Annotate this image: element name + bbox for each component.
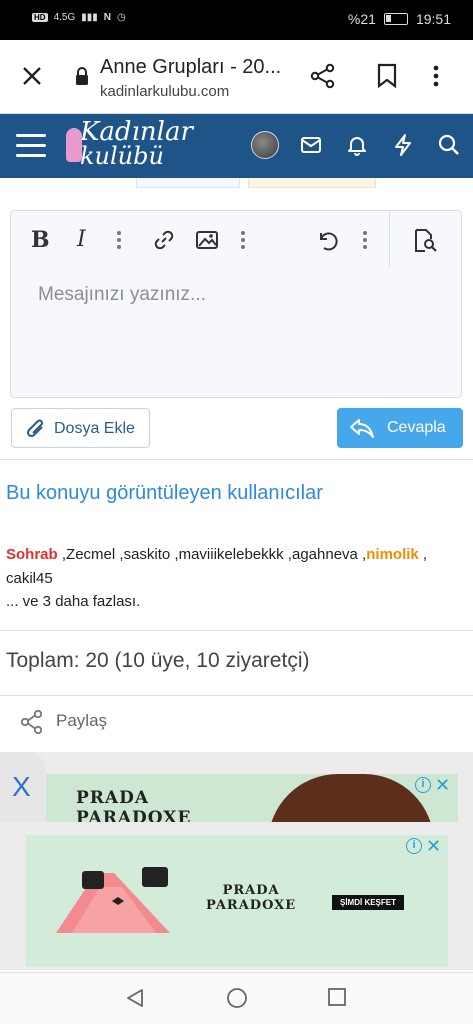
divider	[0, 695, 473, 696]
user-link[interactable]: Sohrab	[6, 546, 58, 563]
user-link[interactable]: Zecmel	[66, 546, 115, 563]
bolt-icon[interactable]	[393, 134, 413, 156]
mail-icon[interactable]	[300, 134, 322, 156]
more-insert-icon[interactable]	[241, 231, 245, 252]
ad-close-button[interactable]: X	[12, 771, 31, 803]
tab-remnant-right	[248, 178, 376, 188]
hd-icon: HD	[32, 13, 48, 22]
back-icon[interactable]	[124, 987, 146, 1009]
site-header: Kadınlar kulübü	[0, 114, 473, 178]
browser-toolbar: Anne Grupları - 20... kadinlarkulubu.com	[0, 40, 473, 114]
tab-remnant-left	[136, 178, 240, 188]
ad-info-icon[interactable]: i	[406, 838, 422, 854]
logo-line1: Kadınlar	[80, 117, 193, 147]
viewers-heading[interactable]: Bu konuyu görüntüleyen kullanıcılar	[6, 482, 323, 505]
status-bar: HD 4.5G ▮▮▮ N ◷ %21 19:51	[0, 0, 473, 40]
reply-icon	[350, 419, 374, 438]
ad-cta-button[interactable]: ŞİMDİ KEŞFET	[332, 895, 405, 910]
site-logo[interactable]: Kadınlar kulübü	[66, 117, 193, 170]
ad-close-icon[interactable]: ✕	[435, 776, 450, 794]
undo-icon[interactable]	[316, 229, 340, 251]
lock-icon	[76, 67, 88, 85]
tab-remnants	[0, 178, 473, 190]
editor-toolbar: B I	[11, 211, 461, 269]
status-icons-left: HD 4.5G ▮▮▮ N ◷	[32, 12, 126, 23]
page-title[interactable]: Anne Grupları - 20...	[100, 56, 281, 79]
close-icon[interactable]	[20, 64, 44, 88]
user-link[interactable]: cakil45	[6, 570, 53, 587]
ad-brand-text: PRADA PARADOXE	[76, 788, 191, 822]
reply-button[interactable]: Cevapla	[337, 408, 463, 448]
ad-banner-top[interactable]: PRADA PARADOXE	[46, 774, 458, 822]
more-format-icon[interactable]	[117, 231, 121, 252]
nfc-icon: N	[103, 12, 111, 23]
battery-icon	[383, 13, 408, 25]
more-vert-icon[interactable]	[432, 64, 440, 88]
ad-choices[interactable]: i ✕	[406, 837, 441, 855]
attach-file-label: Dosya Ekle	[54, 420, 135, 437]
user-link[interactable]: agahneva	[292, 546, 358, 563]
ad-brand-line2: PARADOXE	[206, 898, 297, 913]
viewer-list: Sohrab ,Zecmel ,saskito ,maviiikelebekkk…	[6, 546, 428, 587]
system-nav-bar	[0, 972, 473, 1024]
more-viewers-text: ... ve 3 daha fazlası.	[6, 593, 141, 610]
ad-brand-line1: PRADA	[222, 883, 280, 898]
share-row[interactable]: Paylaş	[0, 697, 473, 749]
avatar[interactable]	[251, 131, 279, 159]
user-link[interactable]: saskito	[124, 546, 171, 563]
preview-icon[interactable]	[413, 229, 439, 253]
paperclip-icon	[26, 419, 43, 438]
home-icon[interactable]	[226, 987, 248, 1009]
ad-choices[interactable]: i ✕	[415, 776, 450, 794]
total-viewers: Toplam: 20 (10 üye, 10 ziyaretçi)	[6, 649, 310, 672]
recents-icon[interactable]	[327, 987, 347, 1007]
battery-percent: %21	[347, 11, 376, 27]
ad-brand-line2: PARADOXE	[76, 808, 192, 822]
share-icon[interactable]	[310, 63, 336, 89]
share-label: Paylaş	[56, 711, 108, 730]
divider	[0, 630, 473, 631]
message-input[interactable]: Mesajınızı yazınız...	[38, 284, 206, 306]
toolbar-divider	[389, 211, 390, 267]
ad-close-icon[interactable]: ✕	[426, 837, 441, 855]
menu-icon[interactable]	[16, 134, 46, 164]
image-icon[interactable]	[196, 231, 218, 249]
perfume-bottle-image	[56, 867, 170, 933]
search-icon[interactable]	[438, 134, 460, 156]
reply-label: Cevapla	[387, 419, 446, 436]
message-editor: B I Mesajınızı yazınız...	[10, 210, 462, 398]
alarm-icon: ◷	[117, 12, 126, 23]
attach-file-button[interactable]: Dosya Ekle	[11, 408, 150, 448]
link-icon[interactable]	[153, 229, 175, 251]
signal-icon: ▮▮▮	[81, 12, 98, 23]
clock: 19:51	[415, 11, 451, 27]
page-url[interactable]: kadinlarkulubu.com	[100, 83, 229, 100]
ad-model-image	[268, 774, 434, 822]
logo-line2: kulübü	[80, 142, 164, 170]
bell-icon[interactable]	[346, 134, 368, 156]
user-link[interactable]: maviiikelebekkk	[179, 546, 284, 563]
status-icons-right: %21 19:51	[348, 11, 451, 27]
network-type: 4.5G	[53, 12, 76, 23]
italic-icon[interactable]: I	[77, 227, 86, 252]
user-link[interactable]: nimolik	[366, 546, 419, 563]
ad-brand-line1: PRADA	[76, 788, 150, 808]
ad-info-icon[interactable]: i	[415, 777, 431, 793]
logo-doll-icon	[66, 128, 82, 162]
ad-brand-text: PRADA PARADOXE	[206, 883, 296, 913]
bookmark-icon[interactable]	[376, 63, 398, 89]
divider	[0, 459, 473, 460]
bold-icon[interactable]: B	[31, 227, 50, 253]
ad-banner-bottom[interactable]: PRADA PARADOXE ŞİMDİ KEŞFET	[26, 835, 448, 967]
share-icon	[20, 709, 43, 735]
more-options-icon[interactable]	[363, 231, 367, 252]
